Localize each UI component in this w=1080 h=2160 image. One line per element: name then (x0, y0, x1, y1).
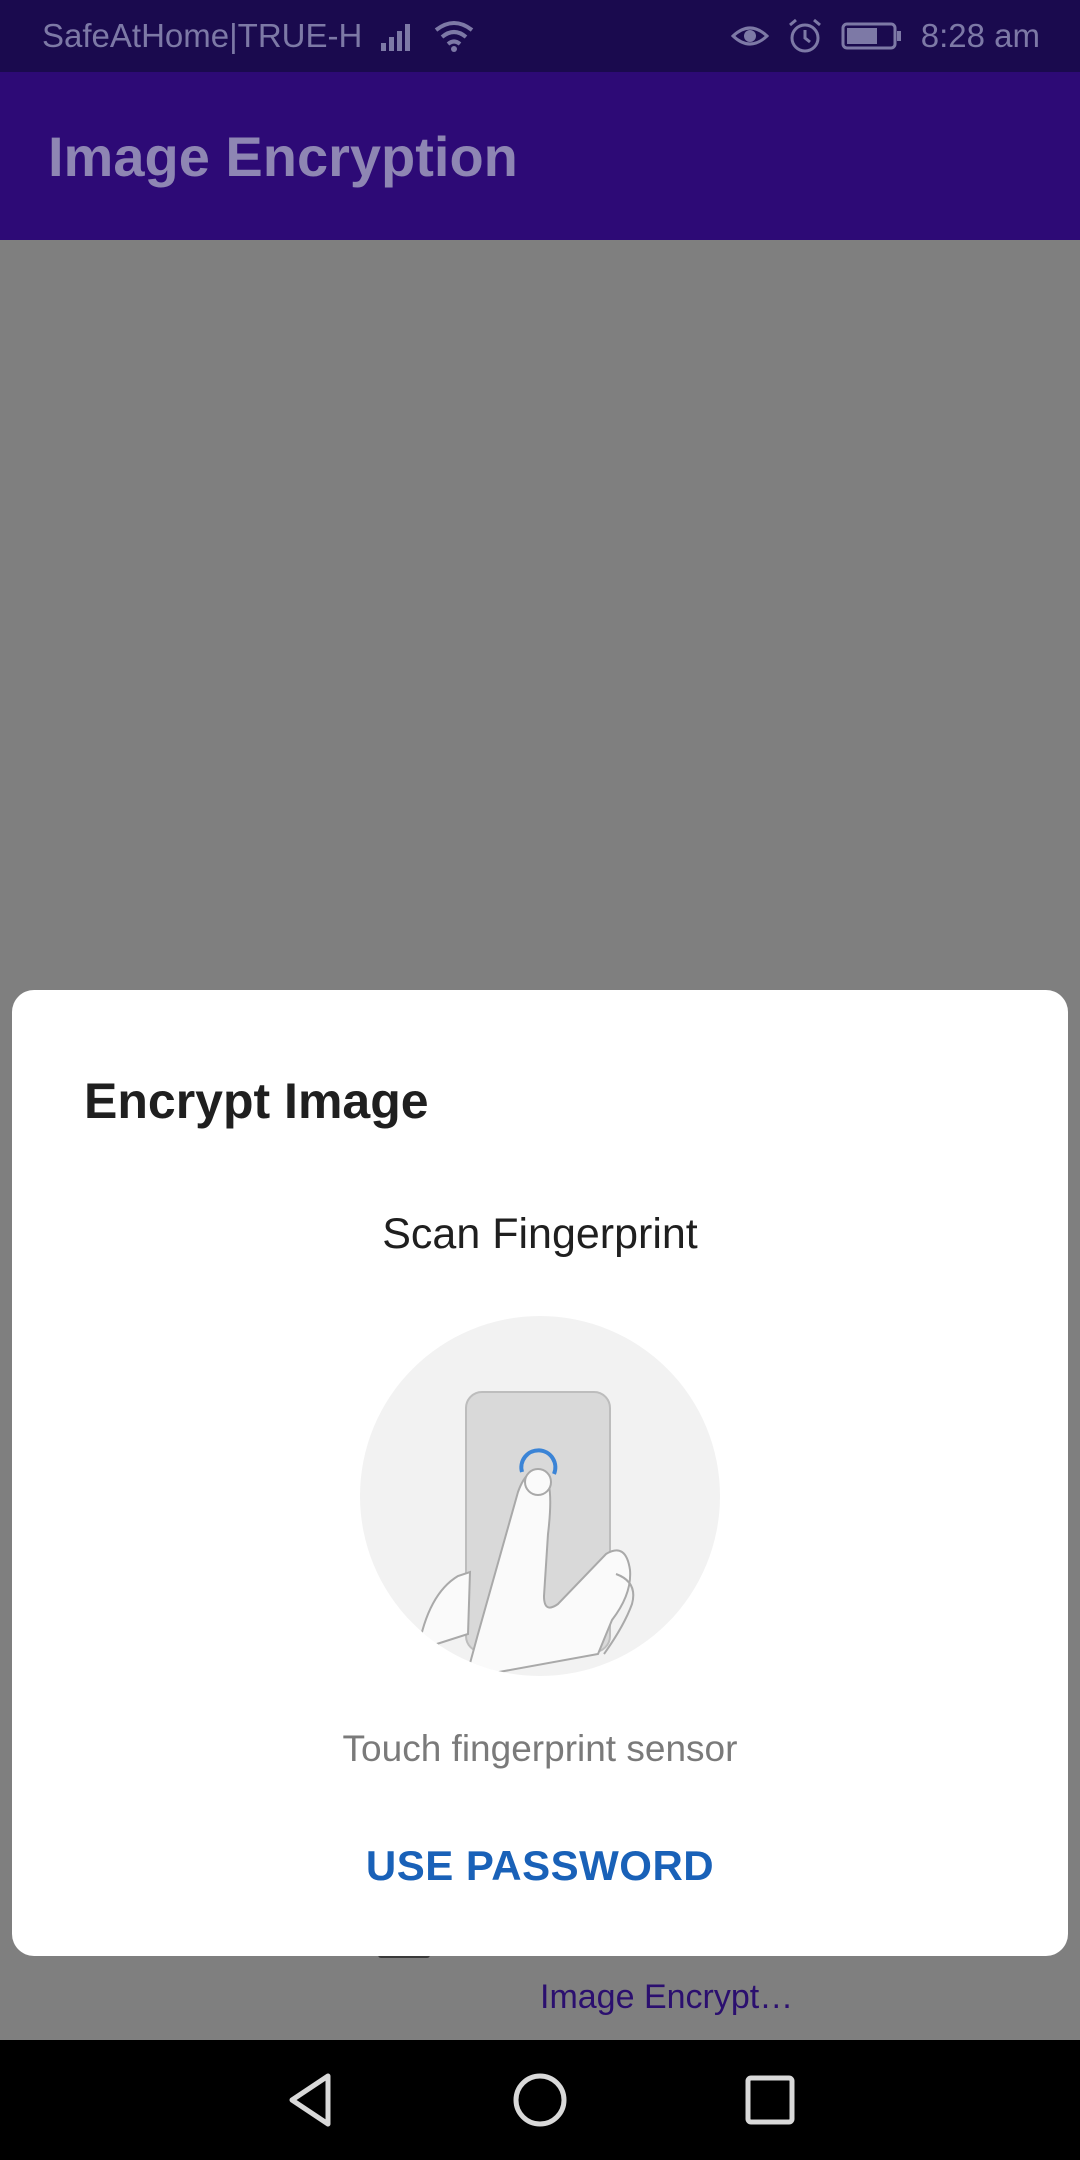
app-bar: Image Encryption (0, 72, 1080, 240)
status-left: SafeAtHome|TRUE-H (42, 17, 474, 55)
recents-icon[interactable] (738, 2068, 802, 2132)
dialog-title: Encrypt Image (84, 1073, 429, 1129)
status-time: 8:28 am (920, 17, 1040, 54)
status-bar: SafeAtHome|TRUE-H 8:28 am (0, 0, 1080, 72)
dialog-hint: Touch fingerprint sensor (342, 1728, 738, 1769)
eye-icon (730, 22, 769, 50)
fingerprint-illustration (358, 1314, 722, 1678)
nav-label-image-encrypt: Image Encrypt… (540, 1978, 794, 2016)
home-circle-icon[interactable] (508, 2068, 572, 2132)
back-icon[interactable] (278, 2068, 342, 2132)
alarm-icon (787, 18, 823, 54)
carrier-label: SafeAtHome|TRUE-H (42, 17, 363, 54)
status-right: 8:28 am (730, 17, 1040, 55)
fingerprint-dialog: Encrypt Image Scan Fingerprint Touch fin… (12, 990, 1068, 1956)
signal-icon (380, 21, 416, 51)
use-password-button[interactable]: USE PASSWORD (352, 1842, 728, 1902)
battery-icon (841, 21, 903, 51)
app-title: Image Encryption (48, 125, 518, 188)
dialog-subtitle: Scan Fingerprint (382, 1210, 698, 1258)
wifi-icon (434, 20, 474, 52)
